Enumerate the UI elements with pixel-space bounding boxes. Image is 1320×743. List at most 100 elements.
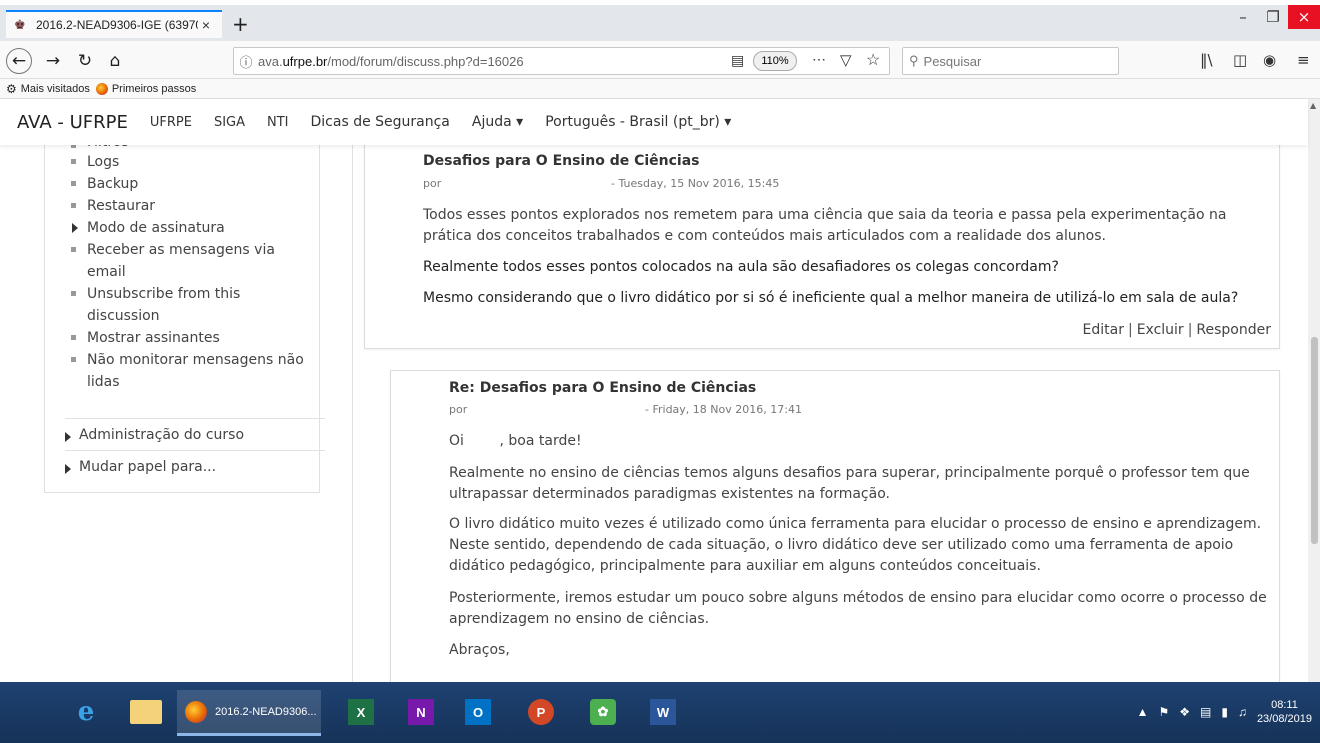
home-icon[interactable]: ⌂ bbox=[102, 48, 128, 74]
close-window-button[interactable]: × bbox=[1288, 5, 1320, 29]
new-tab-button[interactable]: + bbox=[232, 12, 249, 36]
onenote-icon[interactable]: N bbox=[408, 699, 434, 725]
page-actions-icon[interactable]: ⋯ bbox=[812, 51, 826, 68]
sidebar-item-restaurar[interactable]: Restaurar bbox=[65, 195, 315, 217]
post-author[interactable]: por bbox=[423, 177, 441, 190]
post-author[interactable]: por bbox=[449, 403, 467, 416]
sidebar-item-backup[interactable]: Backup bbox=[65, 173, 315, 195]
sidebar-item-receber-mensagens[interactable]: Receber as mensagens via email bbox=[65, 239, 315, 283]
post-date: - Friday, 18 Nov 2016, 17:41 bbox=[645, 403, 802, 416]
close-tab-icon[interactable]: × bbox=[198, 17, 214, 33]
notification-icon[interactable]: ⚑ bbox=[1158, 705, 1169, 719]
sidebar-item-modo-assinatura[interactable]: Modo de assinatura bbox=[65, 217, 315, 239]
maximize-button[interactable]: ❐ bbox=[1258, 5, 1288, 29]
firefox-icon bbox=[95, 82, 108, 95]
file-explorer-icon[interactable] bbox=[130, 700, 162, 724]
post-paragraph: Oi , boa tarde! bbox=[449, 433, 582, 449]
forum-post: Desafios para O Ensino de Ciências por -… bbox=[364, 145, 1280, 349]
windows-start-icon[interactable] bbox=[10, 698, 38, 726]
powerpoint-icon[interactable]: P bbox=[528, 699, 554, 725]
taskbar-firefox-button[interactable]: 2016.2-NEAD9306... bbox=[177, 690, 321, 736]
show-hidden-icons-icon[interactable]: ▲ bbox=[1137, 705, 1149, 719]
info-icon[interactable]: ⓘ bbox=[234, 52, 258, 71]
outlook-icon[interactable]: O bbox=[465, 699, 491, 725]
firefox-icon bbox=[185, 700, 207, 723]
edit-link[interactable]: Editar bbox=[1083, 322, 1124, 338]
reload-button[interactable]: ↻ bbox=[72, 48, 98, 74]
back-button[interactable]: ← bbox=[6, 48, 32, 74]
bookmark-star-icon[interactable]: ☆ bbox=[866, 50, 880, 70]
reader-view-icon[interactable]: ▤ bbox=[731, 52, 744, 69]
scroll-up-icon[interactable]: ▲ bbox=[1310, 101, 1316, 110]
sidebar-section-administracao[interactable]: Administração do curso bbox=[57, 427, 244, 443]
menu-dicas-seguranca[interactable]: Dicas de Segurança bbox=[311, 114, 450, 130]
forward-button[interactable]: → bbox=[40, 48, 66, 74]
minimize-button[interactable]: – bbox=[1228, 5, 1258, 29]
administration-block: Filtros Logs Backup Restaurar Modo de as… bbox=[44, 129, 325, 493]
post-actions: Editar | Excluir | Responder bbox=[1083, 322, 1271, 338]
post-paragraph: O livro didático muito vezes é utilizado… bbox=[449, 516, 1262, 574]
post-paragraph: Realmente no ensino de ciências temos al… bbox=[449, 465, 1250, 502]
divider bbox=[65, 418, 325, 419]
forum-post-reply: Re: Desafios para O Ensino de Ciências p… bbox=[390, 370, 1280, 682]
clock-date: 23/08/2019 bbox=[1256, 713, 1312, 725]
sidebar-item-nao-monitorar[interactable]: Não monitorar mensagens não lidas bbox=[65, 349, 315, 393]
volume-icon[interactable]: ♫ bbox=[1238, 705, 1247, 719]
tab-title: 2016.2-NEAD9306-IGE (63970): bbox=[36, 18, 198, 32]
separator: | bbox=[1187, 322, 1193, 338]
menu-ajuda[interactable]: Ajuda ▾ bbox=[472, 114, 523, 130]
menu-nti[interactable]: NTI bbox=[267, 115, 289, 130]
sidebar-section-mudar-papel[interactable]: Mudar papel para... bbox=[57, 459, 216, 475]
post-paragraph: Todos esses pontos explorados nos remete… bbox=[423, 207, 1227, 244]
library-icon[interactable]: ‖\ bbox=[1200, 51, 1213, 69]
sidebar-toggle-icon[interactable]: ◫ bbox=[1233, 51, 1247, 69]
bookmark-getting-started[interactable]: Primeiros passos bbox=[95, 82, 196, 95]
site-favicon-icon: ♚ bbox=[14, 17, 26, 32]
site-header: AVA - UFRPE UFRPE SIGA NTI Dicas de Segu… bbox=[0, 99, 1308, 145]
post-subject: Desafios para O Ensino de Ciências bbox=[423, 153, 700, 169]
taskbar: e 2016.2-NEAD9306... X N O P ✿ W ▲ ⚑ ❖ ▤… bbox=[0, 682, 1320, 743]
menu-siga[interactable]: SIGA bbox=[214, 115, 245, 130]
post-paragraph: Abraços, bbox=[449, 642, 510, 658]
post-subject: Re: Desafios para O Ensino de Ciências bbox=[449, 380, 757, 396]
search-icon: ⚲ bbox=[909, 53, 919, 68]
scrollbar-thumb[interactable] bbox=[1311, 337, 1318, 544]
signal-icon[interactable]: ▮ bbox=[1221, 705, 1228, 719]
post-paragraph: Posteriormente, iremos estudar um pouco … bbox=[449, 590, 1267, 627]
post-date: - Tuesday, 15 Nov 2016, 15:45 bbox=[611, 177, 780, 190]
post-paragraph: Mesmo considerando que o livro didático … bbox=[423, 290, 1239, 306]
search-input[interactable]: ⚲ Pesquisar bbox=[902, 47, 1119, 75]
site-brand[interactable]: AVA - UFRPE bbox=[17, 112, 128, 133]
url-bar[interactable]: ⓘ ava.ufrpe.br/mod/forum/discuss.php?d=1… bbox=[233, 47, 890, 75]
word-icon[interactable]: W bbox=[650, 699, 676, 725]
gear-icon: ⚙ bbox=[6, 81, 17, 96]
post-paragraph: Realmente todos esses pontos colocados n… bbox=[423, 259, 1059, 275]
bookmark-most-visited[interactable]: ⚙ Mais visitados bbox=[6, 82, 90, 96]
content-divider bbox=[352, 145, 353, 682]
page-scrollbar[interactable]: ▲ bbox=[1308, 99, 1320, 682]
menu-language[interactable]: Português - Brasil (pt_br) ▾ bbox=[545, 114, 731, 130]
zoom-indicator[interactable]: 110% bbox=[753, 51, 797, 71]
system-tray: ▲ ⚑ ❖ ▤ ▮ ♫ 08:11 23/08/2019 bbox=[1137, 692, 1312, 732]
pocket-icon[interactable]: ▽ bbox=[840, 51, 852, 69]
navigation-bar: ← → ↻ ⌂ ⓘ ava.ufrpe.br/mod/forum/discuss… bbox=[0, 41, 1320, 79]
network-icon[interactable]: ▤ bbox=[1200, 705, 1211, 719]
page-viewport: AVA - UFRPE UFRPE SIGA NTI Dicas de Segu… bbox=[0, 99, 1320, 682]
separator: | bbox=[1127, 322, 1133, 338]
menu-icon[interactable]: ≡ bbox=[1297, 51, 1310, 69]
sidebar-item-unsubscribe[interactable]: Unsubscribe from this discussion bbox=[65, 283, 315, 327]
internet-explorer-icon[interactable]: e bbox=[70, 696, 102, 728]
divider bbox=[65, 450, 325, 451]
excel-icon[interactable]: X bbox=[348, 699, 374, 725]
delete-link[interactable]: Excluir bbox=[1137, 322, 1184, 338]
account-icon[interactable]: ◉ bbox=[1263, 51, 1276, 69]
dropbox-icon[interactable]: ❖ bbox=[1179, 705, 1190, 719]
sidebar-item-logs[interactable]: Logs bbox=[65, 151, 315, 173]
app-icon[interactable]: ✿ bbox=[590, 699, 616, 725]
browser-tab[interactable]: ♚ 2016.2-NEAD9306-IGE (63970): × bbox=[6, 10, 222, 38]
reply-link[interactable]: Responder bbox=[1196, 322, 1271, 338]
sidebar-item-mostrar-assinantes[interactable]: Mostrar assinantes bbox=[65, 327, 315, 349]
bookmarks-bar: ⚙ Mais visitados Primeiros passos bbox=[0, 79, 1320, 99]
clock[interactable]: 08:11 23/08/2019 bbox=[1257, 698, 1312, 726]
menu-ufrpe[interactable]: UFRPE bbox=[150, 115, 192, 130]
